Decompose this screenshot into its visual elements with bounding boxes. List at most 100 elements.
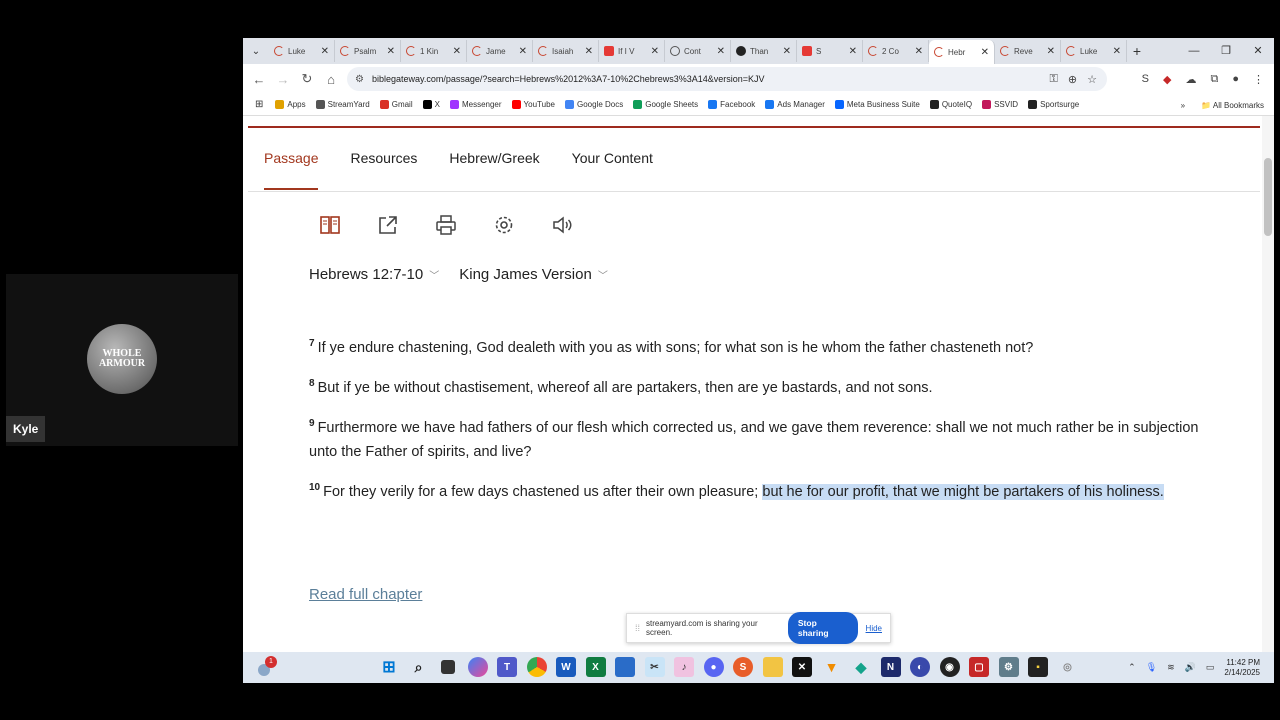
bookmark-star-icon[interactable]: ☆ — [1087, 73, 1097, 86]
back-icon[interactable]: ← — [247, 72, 271, 87]
parallel-view-icon[interactable] — [319, 214, 341, 236]
browser-tab-9[interactable]: 2 Co ✕ — [863, 40, 929, 62]
tab-hebrew-greek[interactable]: Hebrew/Greek — [449, 150, 539, 184]
grid-icon[interactable]: ⊞ — [255, 99, 263, 110]
password-key-icon[interactable]: ⚿ — [1050, 73, 1058, 86]
profile-avatar-icon[interactable]: ● — [1232, 73, 1239, 85]
bookmark-13[interactable]: Sportsurge — [1028, 100, 1079, 109]
extension-cloud-icon[interactable]: ☁ — [1185, 73, 1196, 86]
bookmark-4[interactable]: Messenger — [449, 100, 502, 109]
word-icon[interactable]: W — [556, 657, 576, 677]
close-tab-icon[interactable]: ✕ — [651, 46, 659, 57]
browser-tab-1[interactable]: Psalm ✕ — [335, 40, 401, 62]
forward-icon[interactable]: → — [271, 72, 295, 87]
close-tab-icon[interactable]: ✕ — [519, 46, 527, 57]
reference-dropdown[interactable]: Hebrews 12:7-10 ﹀ — [309, 266, 439, 283]
vegas-icon[interactable]: N — [880, 657, 901, 677]
snipping-icon[interactable]: ✂ — [644, 657, 665, 677]
close-tab-icon[interactable]: ✕ — [453, 46, 461, 57]
browser-tab-12[interactable]: Luke ✕ — [1061, 40, 1127, 62]
extension-shield-icon[interactable]: ◆ — [1163, 73, 1171, 86]
read-full-chapter-link[interactable]: Read full chapter — [309, 586, 422, 603]
settings-app-icon[interactable]: ⚙ — [998, 657, 1019, 677]
close-tab-icon[interactable]: ✕ — [585, 46, 593, 57]
all-bookmarks-folder[interactable]: 📁 All Bookmarks — [1201, 101, 1264, 110]
task-view-icon[interactable] — [441, 660, 455, 674]
tab-passage[interactable]: Passage — [264, 150, 319, 190]
microphone-icon[interactable]: 🎙 — [1146, 662, 1157, 673]
close-window-button[interactable]: ✕ — [1242, 38, 1274, 64]
store-icon[interactable] — [615, 657, 635, 677]
sticky-notes-icon[interactable]: ▪ — [1028, 657, 1048, 677]
file-explorer-icon[interactable] — [762, 657, 783, 677]
bookmark-0[interactable]: Apps — [275, 100, 306, 109]
browser-tab-2[interactable]: 1 Kin ✕ — [401, 40, 467, 62]
new-tab-button[interactable]: + — [1127, 43, 1147, 59]
bookmark-8[interactable]: Facebook — [708, 100, 755, 109]
close-tab-icon[interactable]: ✕ — [717, 46, 725, 57]
app-gray-icon[interactable]: ◎ — [1058, 657, 1078, 677]
capcut-icon[interactable]: ✕ — [792, 657, 812, 677]
bookmark-2[interactable]: Gmail — [379, 100, 413, 109]
reload-icon[interactable]: ↻ — [295, 71, 319, 87]
tray-chevron-icon[interactable]: ⌃ — [1128, 662, 1136, 673]
url-text[interactable]: biblegateway.com/passage/?search=Hebrews… — [372, 74, 765, 84]
scrollbar-thumb[interactable] — [1264, 158, 1272, 236]
volume-icon[interactable]: 🔊 — [1185, 662, 1196, 673]
close-tab-icon[interactable]: ✕ — [1113, 46, 1121, 57]
bookmark-3[interactable]: X — [422, 100, 440, 109]
bookmark-11[interactable]: QuoteIQ — [929, 100, 972, 109]
close-tab-icon[interactable]: ✕ — [783, 46, 791, 57]
zoom-icon[interactable]: ⊕ — [1068, 73, 1077, 86]
battery-icon[interactable]: ▭ — [1206, 662, 1215, 673]
restore-button[interactable]: ❐ — [1210, 38, 1242, 64]
drag-handle-icon[interactable]: ⁞⁞ — [635, 623, 640, 633]
chrome-icon[interactable] — [526, 657, 547, 677]
bookmark-12[interactable]: SSVID — [982, 100, 1018, 109]
bookmark-5[interactable]: YouTube — [511, 100, 555, 109]
browser-tab-0[interactable]: Luke ✕ — [269, 40, 335, 62]
close-tab-icon[interactable]: ✕ — [1047, 46, 1055, 57]
close-tab-icon[interactable]: ✕ — [321, 46, 329, 57]
windows-start-icon[interactable]: ⊞ — [379, 657, 399, 677]
tab-your-content[interactable]: Your Content — [572, 150, 653, 184]
app-teal-icon[interactable]: ◆ — [851, 657, 871, 677]
bookmark-6[interactable]: Google Docs — [564, 100, 623, 109]
browser-tab-6[interactable]: Cont ✕ — [665, 40, 731, 62]
app-red-icon[interactable]: ▢ — [969, 657, 989, 677]
app-orange-icon[interactable]: S — [733, 657, 753, 677]
teams-icon[interactable]: T — [497, 657, 517, 677]
obs-icon[interactable]: ◉ — [939, 657, 960, 677]
home-icon[interactable]: ⌂ — [319, 72, 343, 87]
bookmark-9[interactable]: Ads Manager — [765, 100, 825, 109]
share-icon[interactable] — [377, 214, 399, 236]
settings-gear-icon[interactable] — [493, 214, 515, 236]
media-icon[interactable]: ♪ — [674, 657, 694, 677]
minimize-button[interactable]: — — [1178, 38, 1210, 64]
print-icon[interactable] — [435, 214, 457, 236]
tab-resources[interactable]: Resources — [350, 150, 417, 184]
extensions-puzzle-icon[interactable]: ⧉ — [1210, 73, 1218, 86]
bookmark-7[interactable]: Google Sheets — [633, 100, 698, 109]
search-icon[interactable]: ⌕ — [409, 657, 429, 677]
address-bar[interactable]: ⚙ biblegateway.com/passage/?search=Hebre… — [347, 67, 1107, 91]
browser-tab-8[interactable]: S ✕ — [797, 40, 863, 62]
close-tab-icon[interactable]: ✕ — [915, 46, 923, 57]
audio-speaker-icon[interactable] — [551, 214, 573, 236]
tab-search-icon[interactable]: ⌄ — [243, 38, 269, 64]
browser-tab-7[interactable]: Than ✕ — [731, 40, 797, 62]
site-info-icon[interactable]: ⚙ — [355, 74, 364, 85]
excel-icon[interactable]: X — [585, 657, 606, 677]
copilot-icon[interactable] — [467, 657, 488, 677]
bookmark-10[interactable]: Meta Business Suite — [834, 100, 920, 109]
browser-tab-10[interactable]: Hebr ✕ — [929, 40, 995, 64]
vlc-icon[interactable]: ▼ — [822, 657, 842, 677]
audio-app-icon[interactable]: ◐ — [910, 657, 930, 677]
notification-widget[interactable]: 1 — [255, 656, 277, 678]
close-tab-icon[interactable]: ✕ — [849, 46, 857, 57]
discord-icon[interactable]: ● — [703, 657, 724, 677]
browser-tab-11[interactable]: Reve ✕ — [995, 40, 1061, 62]
close-tab-icon[interactable]: ✕ — [387, 46, 395, 57]
browser-tab-3[interactable]: Jame ✕ — [467, 40, 533, 62]
clock[interactable]: 11:42 PM 2/14/2025 — [1224, 658, 1260, 678]
